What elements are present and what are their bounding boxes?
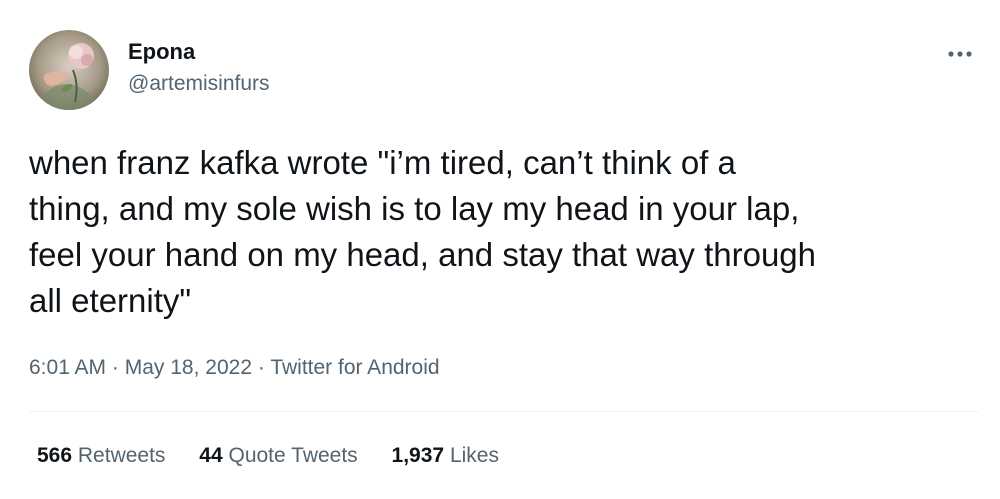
display-name[interactable]: Epona xyxy=(128,38,270,66)
engagement-stats: 566 Retweets 44 Quote Tweets 1,937 Likes xyxy=(37,442,527,470)
meta-separator: · xyxy=(111,356,119,379)
tweet-text: when franz kafka wrote "i’m tired, can’t… xyxy=(29,144,817,319)
tweet-date[interactable]: May 18, 2022 xyxy=(125,356,252,379)
likes-count: 1,937 xyxy=(391,444,445,467)
tweet-time[interactable]: 6:01 AM xyxy=(29,356,106,379)
meta-separator: · xyxy=(257,356,265,379)
quote-tweets-count: 44 xyxy=(199,444,223,467)
retweets-stat[interactable]: 566 Retweets xyxy=(37,442,165,470)
tweet-metadata: 6:01 AM · May 18, 2022 · Twitter for And… xyxy=(29,354,440,382)
more-horizontal-icon xyxy=(948,51,972,57)
more-options-button[interactable] xyxy=(945,44,975,64)
user-handle[interactable]: @artemisinfurs xyxy=(128,70,270,98)
retweets-label: Retweets xyxy=(77,444,166,467)
user-info: Epona @artemisinfurs xyxy=(128,38,270,98)
quote-tweets-label: Quote Tweets xyxy=(228,444,358,467)
likes-stat[interactable]: 1,937 Likes xyxy=(392,442,499,470)
avatar[interactable] xyxy=(29,30,109,110)
retweets-count: 566 xyxy=(37,444,73,467)
quote-tweets-stat[interactable]: 44 Quote Tweets xyxy=(199,442,357,470)
avatar-image xyxy=(29,30,109,110)
tweet-card: Epona @artemisinfurs when franz kafka wr… xyxy=(0,0,1000,499)
likes-label: Likes xyxy=(449,444,499,467)
tweet-source[interactable]: Twitter for Android xyxy=(270,356,439,379)
divider xyxy=(29,411,979,412)
